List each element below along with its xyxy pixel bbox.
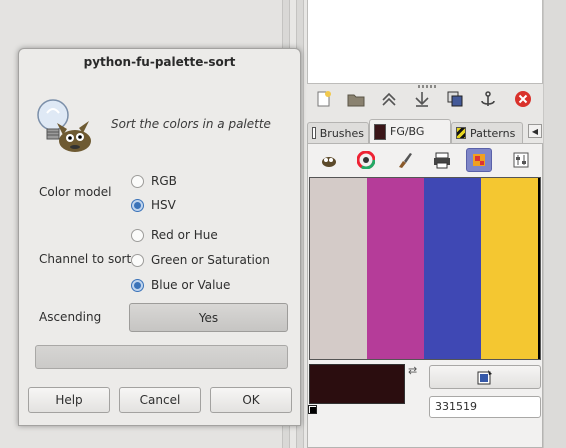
palette-swatches[interactable]: [309, 177, 541, 360]
cancel-button[interactable]: Cancel: [119, 387, 201, 413]
anchor-icon[interactable]: [477, 88, 499, 110]
color-model-label: Color model: [39, 185, 112, 199]
brushes-icon: [312, 127, 316, 139]
radio-label: HSV: [151, 198, 176, 212]
dialog-title: python-fu-palette-sort: [83, 55, 236, 69]
help-button[interactable]: Help: [28, 387, 110, 413]
dock-scrollbar[interactable]: [543, 0, 566, 448]
tab-fgbg[interactable]: FG/BG: [369, 119, 451, 143]
swap-colors-icon[interactable]: ⇄: [408, 364, 422, 378]
radio-indicator[interactable]: [131, 278, 144, 292]
radio-rgb[interactable]: RGB: [131, 172, 177, 190]
gimp-selector-icon[interactable]: [316, 148, 342, 172]
radio-label: Red or Hue: [151, 228, 218, 242]
brush-icon[interactable]: [391, 148, 417, 172]
ascending-label: Ascending: [39, 310, 102, 324]
tab-label: Patterns: [470, 126, 516, 140]
palette-sort-dialog: python-fu-palette-sort Sort the colors i…: [18, 48, 301, 426]
swatch-2[interactable]: [367, 178, 424, 359]
new-palette-icon[interactable]: [313, 88, 335, 110]
radio-label: Blue or Value: [151, 278, 231, 292]
printer-icon[interactable]: [429, 148, 455, 172]
ok-button[interactable]: OK: [210, 387, 292, 413]
tab-menu-icon[interactable]: ◀: [528, 124, 542, 138]
radio-green-saturation[interactable]: Green or Saturation: [131, 251, 270, 269]
radio-indicator[interactable]: [131, 253, 144, 267]
sliders-icon[interactable]: [508, 148, 534, 172]
fgbg-icon: [374, 123, 386, 140]
tab-patterns[interactable]: Patterns: [451, 122, 523, 143]
radio-indicator[interactable]: [131, 198, 144, 212]
foreground-color[interactable]: [309, 364, 405, 404]
swatch-4[interactable]: [481, 178, 538, 359]
patterns-icon: [456, 127, 466, 139]
radio-label: RGB: [151, 174, 177, 188]
tab-label: Brushes: [319, 126, 364, 140]
color-picker-button[interactable]: [429, 365, 541, 389]
tab-label: FG/BG: [390, 125, 425, 138]
color-picker-icon: [477, 370, 492, 385]
radio-red-hue[interactable]: Red or Hue: [131, 226, 218, 244]
default-colors-fg: [310, 407, 316, 413]
channel-label: Channel to sort: [39, 252, 132, 266]
palette-list[interactable]: [307, 0, 543, 84]
radio-indicator[interactable]: [131, 174, 144, 188]
dialog-description: Sort the colors in a palette: [111, 117, 271, 131]
swatch-1[interactable]: [310, 178, 367, 359]
dock-tabs: Brushes FG/BG Patterns: [307, 119, 543, 143]
swatch-3[interactable]: [424, 178, 481, 359]
open-folder-icon[interactable]: [345, 88, 367, 110]
progress-bar: [35, 345, 288, 369]
wilber-lightbulb-icon: [37, 99, 91, 152]
duplicate-icon[interactable]: [444, 88, 466, 110]
tab-brushes[interactable]: Brushes: [307, 122, 369, 143]
radio-label: Green or Saturation: [151, 253, 270, 267]
raise-icon[interactable]: [378, 88, 400, 110]
delete-icon[interactable]: [512, 88, 534, 110]
radio-hsv[interactable]: HSV: [131, 196, 176, 214]
color-wheel-icon[interactable]: [353, 148, 379, 172]
radio-blue-value[interactable]: Blue or Value: [131, 276, 230, 294]
radio-indicator[interactable]: [131, 228, 144, 242]
ascending-toggle[interactable]: Yes: [129, 303, 288, 332]
palette-scales-icon[interactable]: [466, 148, 492, 172]
lower-icon[interactable]: [411, 88, 433, 110]
hex-color-field[interactable]: 331519: [429, 396, 541, 418]
